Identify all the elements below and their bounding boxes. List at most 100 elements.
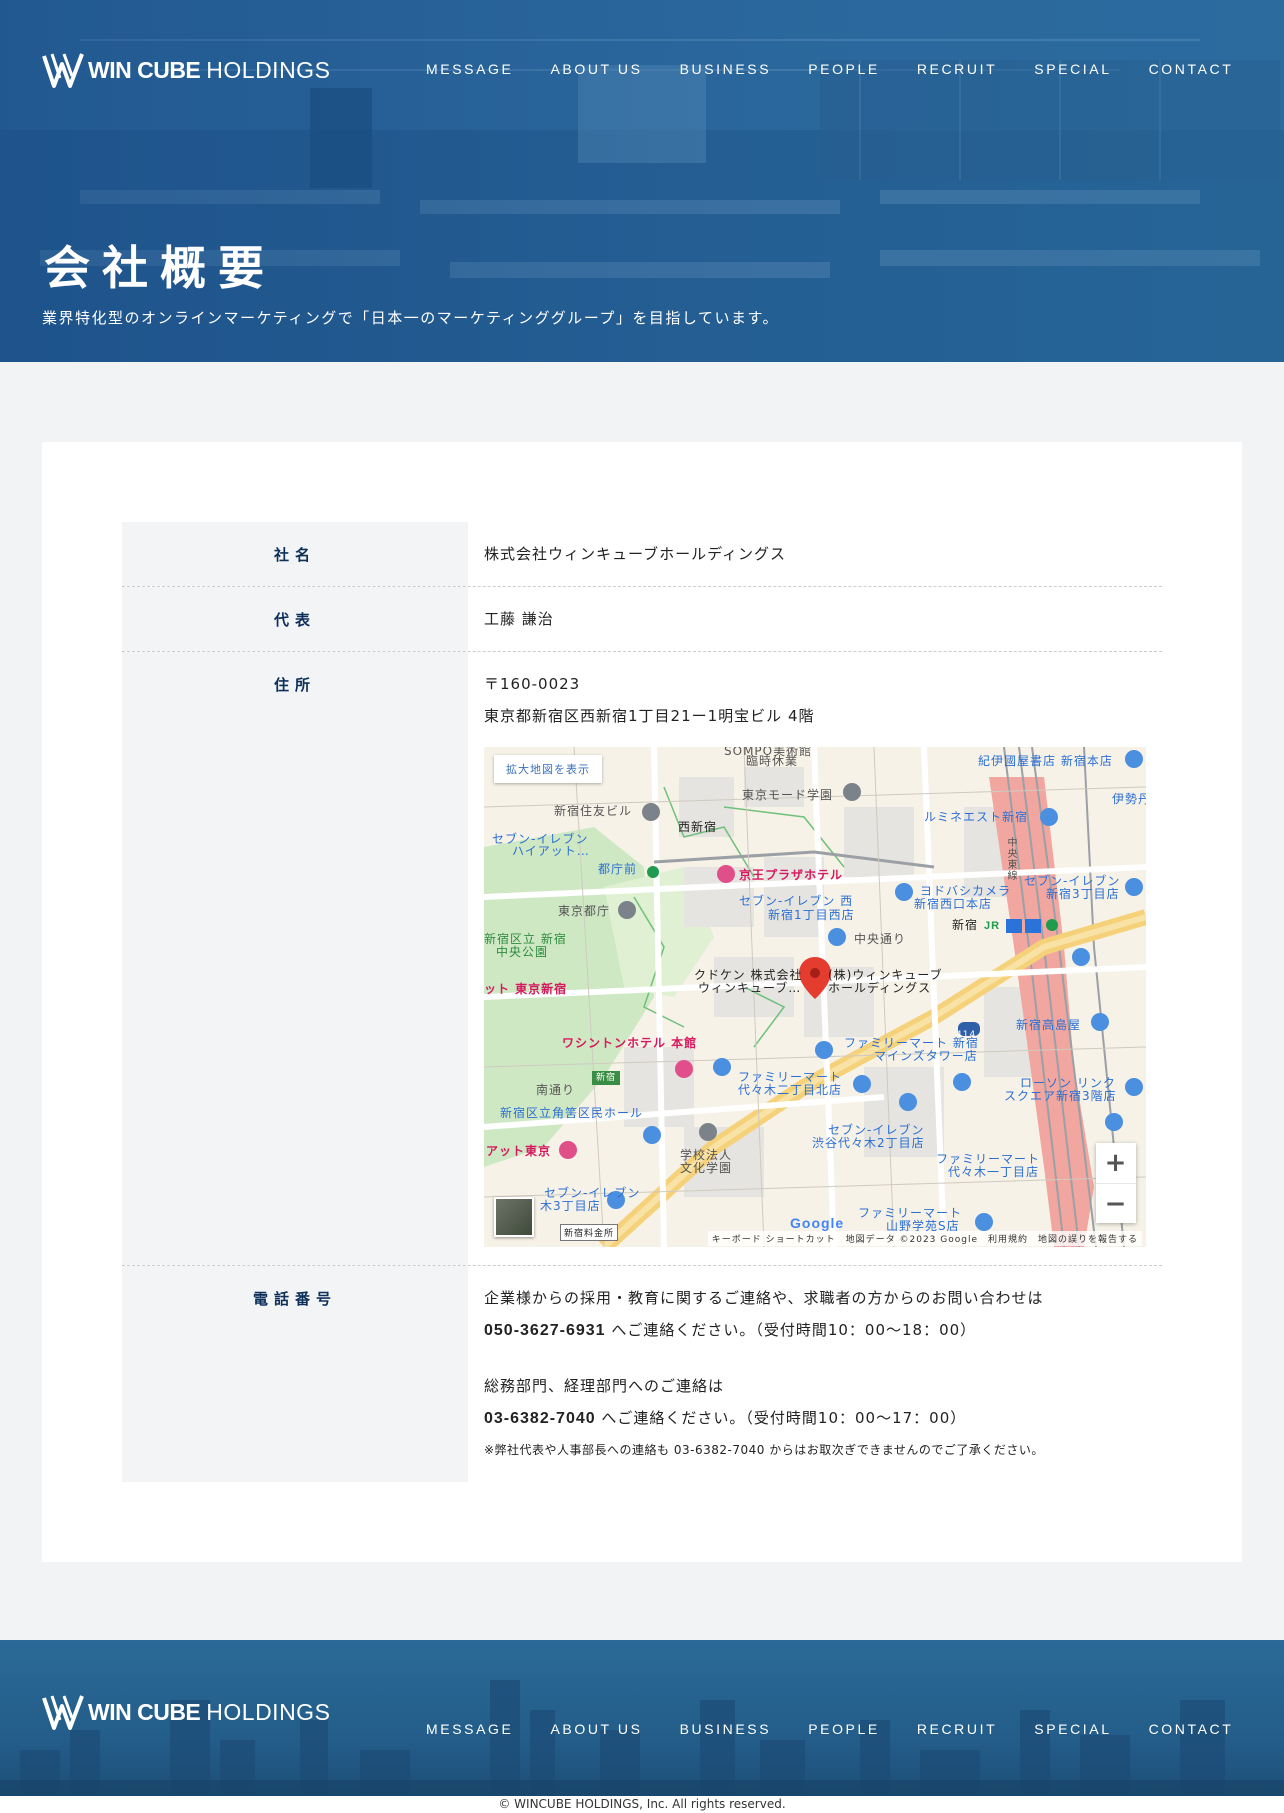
nav-contact[interactable]: CONTACT [1149,61,1234,77]
map-zoom-controls: + − [1096,1143,1136,1223]
map-badge: 新宿料金所 [560,1224,619,1241]
map-label: 代々木二丁目北店 [738,1083,843,1097]
phone-hours-recruit: へご連絡ください。（受付時間10：00～18：00） [605,1321,977,1339]
footer-nav-contact[interactable]: CONTACT [1149,1721,1234,1737]
footer-nav-message[interactable]: MESSAGE [426,1721,513,1737]
logo-text-bold: WIN CUBE [88,56,201,83]
map-label: 新宿 [952,918,979,932]
map-label: 新宿 [596,1073,617,1083]
label-company-name: 社名 [122,522,468,586]
map-label: ット 東京新宿 [484,982,568,996]
map-label: 伊勢丹 [1112,792,1146,806]
header-nav: MESSAGE ABOUT US BUSINESS PEOPLE RECRUIT… [426,61,1233,77]
logo-text-light: HOLDINGS [206,56,331,83]
nav-message[interactable]: MESSAGE [426,61,513,77]
footer-logo[interactable]: WIN CUBE HOLDINGS [42,1692,330,1732]
phone-intro-recruit: 企業様からの採用・教育に関するご連絡や、求職者の方からのお問い合わせは [484,1289,1044,1307]
map-label: 南通り [536,1083,576,1097]
label-phone: 電話番号 [122,1266,468,1482]
nav-recruit[interactable]: RECRUIT [917,61,997,77]
svg-text:JR: JR [984,920,1000,932]
map-label: 414 [956,1030,977,1040]
page: WIN CUBE HOLDINGS MESSAGE ABOUT US BUSIN… [0,0,1284,1813]
label-address: 住所 [122,652,468,1265]
phone-hours-admin: へご連絡ください。（受付時間10：00～17：00） [595,1409,967,1427]
footer-nav-recruit[interactable]: RECRUIT [917,1721,997,1737]
label-representative: 代表 [122,587,468,651]
map-label: 中央公園 [496,945,549,959]
map-label: 新宿3丁目店 [1046,887,1120,901]
map-label: 東京モード学園 [742,788,834,802]
map-label: 渋谷代々木2丁目店 [812,1136,925,1150]
google-logo: Google [790,1215,844,1231]
table-row-company-name: 社名 株式会社ウィンキューブホールディングス [122,522,1162,587]
company-profile-card: 社名 株式会社ウィンキューブホールディングス 代表 工藤 謙治 住所 〒160-… [42,442,1242,1562]
map-label: 京王プラザホテル [739,868,844,882]
phone-intro-admin: 総務部門、経理部門へのご連絡は [484,1377,725,1395]
copyright: © WINCUBE HOLDINGS, Inc. All rights rese… [0,1796,1284,1813]
hero-header: WIN CUBE HOLDINGS MESSAGE ABOUT US BUSIN… [0,0,1284,362]
value-representative: 工藤 謙治 [484,610,554,628]
map-label: 新宿区立角筈区民ホール [500,1106,644,1120]
map-label: 都庁前 [598,862,638,876]
map-label: 新宿高島屋 [1016,1018,1082,1032]
map-label: ウィンキューブ… [698,981,802,995]
nav-about-us[interactable]: ABOUT US [550,61,642,77]
phone-line-recruit: 050-3627-6931 へご連絡ください。（受付時間10：00～18：00） [484,1319,1162,1351]
map-label: ルミネエスト新宿 [924,810,1029,824]
footer-nav-business[interactable]: BUSINESS [680,1721,772,1737]
page-title: 会社概要 [44,241,276,295]
zoom-out-button[interactable]: − [1096,1183,1136,1223]
satellite-toggle-button[interactable] [494,1197,534,1237]
map-label: スクエア新宿3階店 [1004,1089,1117,1103]
value-company-name: 株式会社ウィンキューブホールディングス [484,545,787,563]
map-label: ホールディングス [828,981,932,995]
phone-note: ※弊社代表や人事部長への連絡も 03-6382-7040 からはお取次ぎできませ… [484,1443,1044,1457]
map-label: 中央通り [854,932,907,946]
zoom-in-button[interactable]: + [1096,1143,1136,1183]
nav-business[interactable]: BUSINESS [680,61,772,77]
footer-nav-special[interactable]: SPECIAL [1034,1721,1111,1737]
phone-line-admin: 03-6382-7040 へご連絡ください。（受付時間10：00～17：00） [484,1407,1162,1439]
enlarge-map-link[interactable]: 拡大地図を表示 [494,755,602,783]
map-label: アット東京 [486,1144,552,1158]
footer-nav-about-us[interactable]: ABOUT US [550,1721,642,1737]
map-label: 中央東線 [1005,837,1016,881]
google-logo-text: Google [790,1215,845,1231]
map-label: マインズタワー店 [874,1049,978,1063]
phone-number-admin[interactable]: 03-6382-7040 [484,1410,596,1427]
map-label: 文化学園 [680,1161,733,1175]
page-subtitle: 業界特化型のオンラインマーケティングで「日本一のマーケティンググループ」を目指し… [42,309,779,327]
logo-text-bold: WIN CUBE [88,1698,201,1725]
footer: WIN CUBE HOLDINGS MESSAGE ABOUT US BUSIN… [0,1640,1284,1813]
map-attribution[interactable]: キーボード ショートカット 地図データ ©2023 Google 利用規約 地図… [707,1231,1142,1246]
map-label: 東京都庁 [558,904,611,918]
address-cell: 〒160-0023 東京都新宿区西新宿1丁目21ー1明宝ビル 4階 JR SOM… [468,652,1162,1265]
map-label: 臨時休業 [746,754,799,768]
nav-special[interactable]: SPECIAL [1034,61,1111,77]
map-canvas[interactable]: JR [484,747,1146,1247]
map-label: ワシントンホテル 本館 [562,1036,698,1050]
table-row-address: 住所 〒160-0023 東京都新宿区西新宿1丁目21ー1明宝ビル 4階 JR … [122,652,1162,1266]
phone-number-recruit[interactable]: 050-3627-6931 [484,1322,606,1339]
wincube-logo-mark-icon [42,53,84,88]
header-logo[interactable]: WIN CUBE HOLDINGS [42,50,330,90]
table-row-phone: 電話番号 企業様からの採用・教育に関するご連絡や、求職者の方からのお問い合わせは… [122,1266,1162,1482]
map-label: 新宿住友ビル [554,804,633,818]
wincube-logo-mark-icon [42,1695,84,1730]
footer-nav: MESSAGE ABOUT US BUSINESS PEOPLE RECRUIT… [426,1721,1233,1737]
postal-code: 〒160-0023 [484,675,581,693]
street-address: 東京都新宿区西新宿1丁目21ー1明宝ビル 4階 [484,707,815,725]
map-label: セブン-イレブン 西 [739,894,854,908]
map-label: 紀伊國屋書店 新宿本店 [978,754,1113,768]
google-map-embed[interactable]: JR SOMPO美術館 臨時休業 紀伊國屋書店 新宿本店 東京モード学園 伊勢丹… [484,747,1146,1247]
map-label: 木3丁目店 [540,1199,601,1213]
map-label: 代々木一丁目店 [948,1165,1040,1179]
map-label: 新宿1丁目西店 [768,908,855,922]
nav-people[interactable]: PEOPLE [808,61,880,77]
map-label: 西新宿 [678,820,718,834]
table-row-representative: 代表 工藤 謙治 [122,587,1162,652]
phone-cell: 企業様からの採用・教育に関するご連絡や、求職者の方からのお問い合わせは 050-… [468,1266,1162,1482]
logo-text-light: HOLDINGS [206,1698,331,1725]
footer-nav-people[interactable]: PEOPLE [808,1721,880,1737]
